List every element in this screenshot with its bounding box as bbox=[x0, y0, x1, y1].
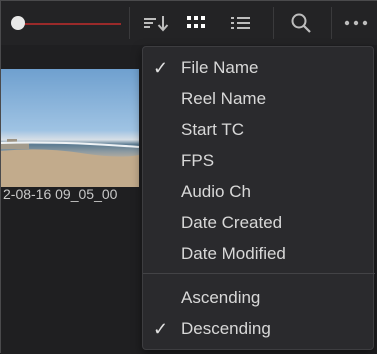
sort-menu-item-label: Date Created bbox=[181, 213, 283, 232]
sort-menu-item-label: Audio Ch bbox=[181, 182, 251, 201]
sort-menu-item-label: Ascending bbox=[181, 288, 261, 307]
toolbar-divider bbox=[331, 7, 332, 39]
sort-menu-item-label: Start TC bbox=[181, 120, 244, 139]
sort-menu-item-label: File Name bbox=[181, 58, 259, 77]
toolbar-divider bbox=[273, 7, 274, 39]
sort-menu-item[interactable]: ✓ Descending bbox=[143, 315, 375, 343]
sort-menu-item[interactable]: Date Created bbox=[143, 209, 375, 237]
sort-menu-item-label: Reel Name bbox=[181, 89, 267, 108]
sort-menu-item-label: Date Modified bbox=[181, 244, 286, 263]
zoom-slider-thumb[interactable] bbox=[11, 16, 25, 30]
sort-menu-item[interactable]: Start TC bbox=[143, 116, 375, 144]
menu-separator bbox=[143, 273, 375, 274]
sort-icon bbox=[144, 16, 169, 32]
list-view-button[interactable] bbox=[226, 9, 256, 37]
more-options-icon bbox=[344, 20, 368, 26]
sort-menu-item[interactable]: Audio Ch bbox=[143, 178, 375, 206]
more-options-button[interactable] bbox=[339, 9, 373, 37]
toolbar-divider bbox=[129, 7, 130, 39]
clip-name: 2-08-16 09_05_00 bbox=[3, 186, 118, 202]
sort-button[interactable] bbox=[137, 9, 175, 37]
zoom-slider-track[interactable] bbox=[17, 23, 121, 25]
sort-menu-item-label: Descending bbox=[181, 319, 271, 338]
search-button[interactable] bbox=[286, 9, 316, 37]
checkmark-icon: ✓ bbox=[153, 319, 169, 339]
sort-menu-item[interactable]: ✓ File Name bbox=[143, 54, 375, 82]
sort-menu-item[interactable]: Ascending bbox=[143, 284, 375, 312]
grid-view-icon bbox=[187, 16, 205, 28]
checkmark-icon: ✓ bbox=[153, 58, 169, 78]
beach-image bbox=[0, 139, 140, 187]
search-icon bbox=[291, 13, 311, 33]
clip-thumbnail[interactable] bbox=[0, 69, 140, 187]
sort-menu-item[interactable]: Date Modified bbox=[143, 240, 375, 268]
sort-menu-item[interactable]: Reel Name bbox=[143, 85, 375, 113]
list-view-icon bbox=[231, 17, 250, 29]
sort-menu: ✓ File Name Reel Name Start TC FPS Audio Ch Da… bbox=[142, 46, 375, 350]
grid-view-button[interactable] bbox=[181, 9, 211, 37]
sort-menu-item-label: FPS bbox=[181, 151, 215, 170]
sort-menu-item[interactable]: FPS bbox=[143, 147, 375, 175]
media-pool-toolbar bbox=[1, 1, 377, 46]
media-pool-panel: 2-08-16 09_05_00 ✓ File Name Reel Name Star… bbox=[0, 0, 377, 354]
